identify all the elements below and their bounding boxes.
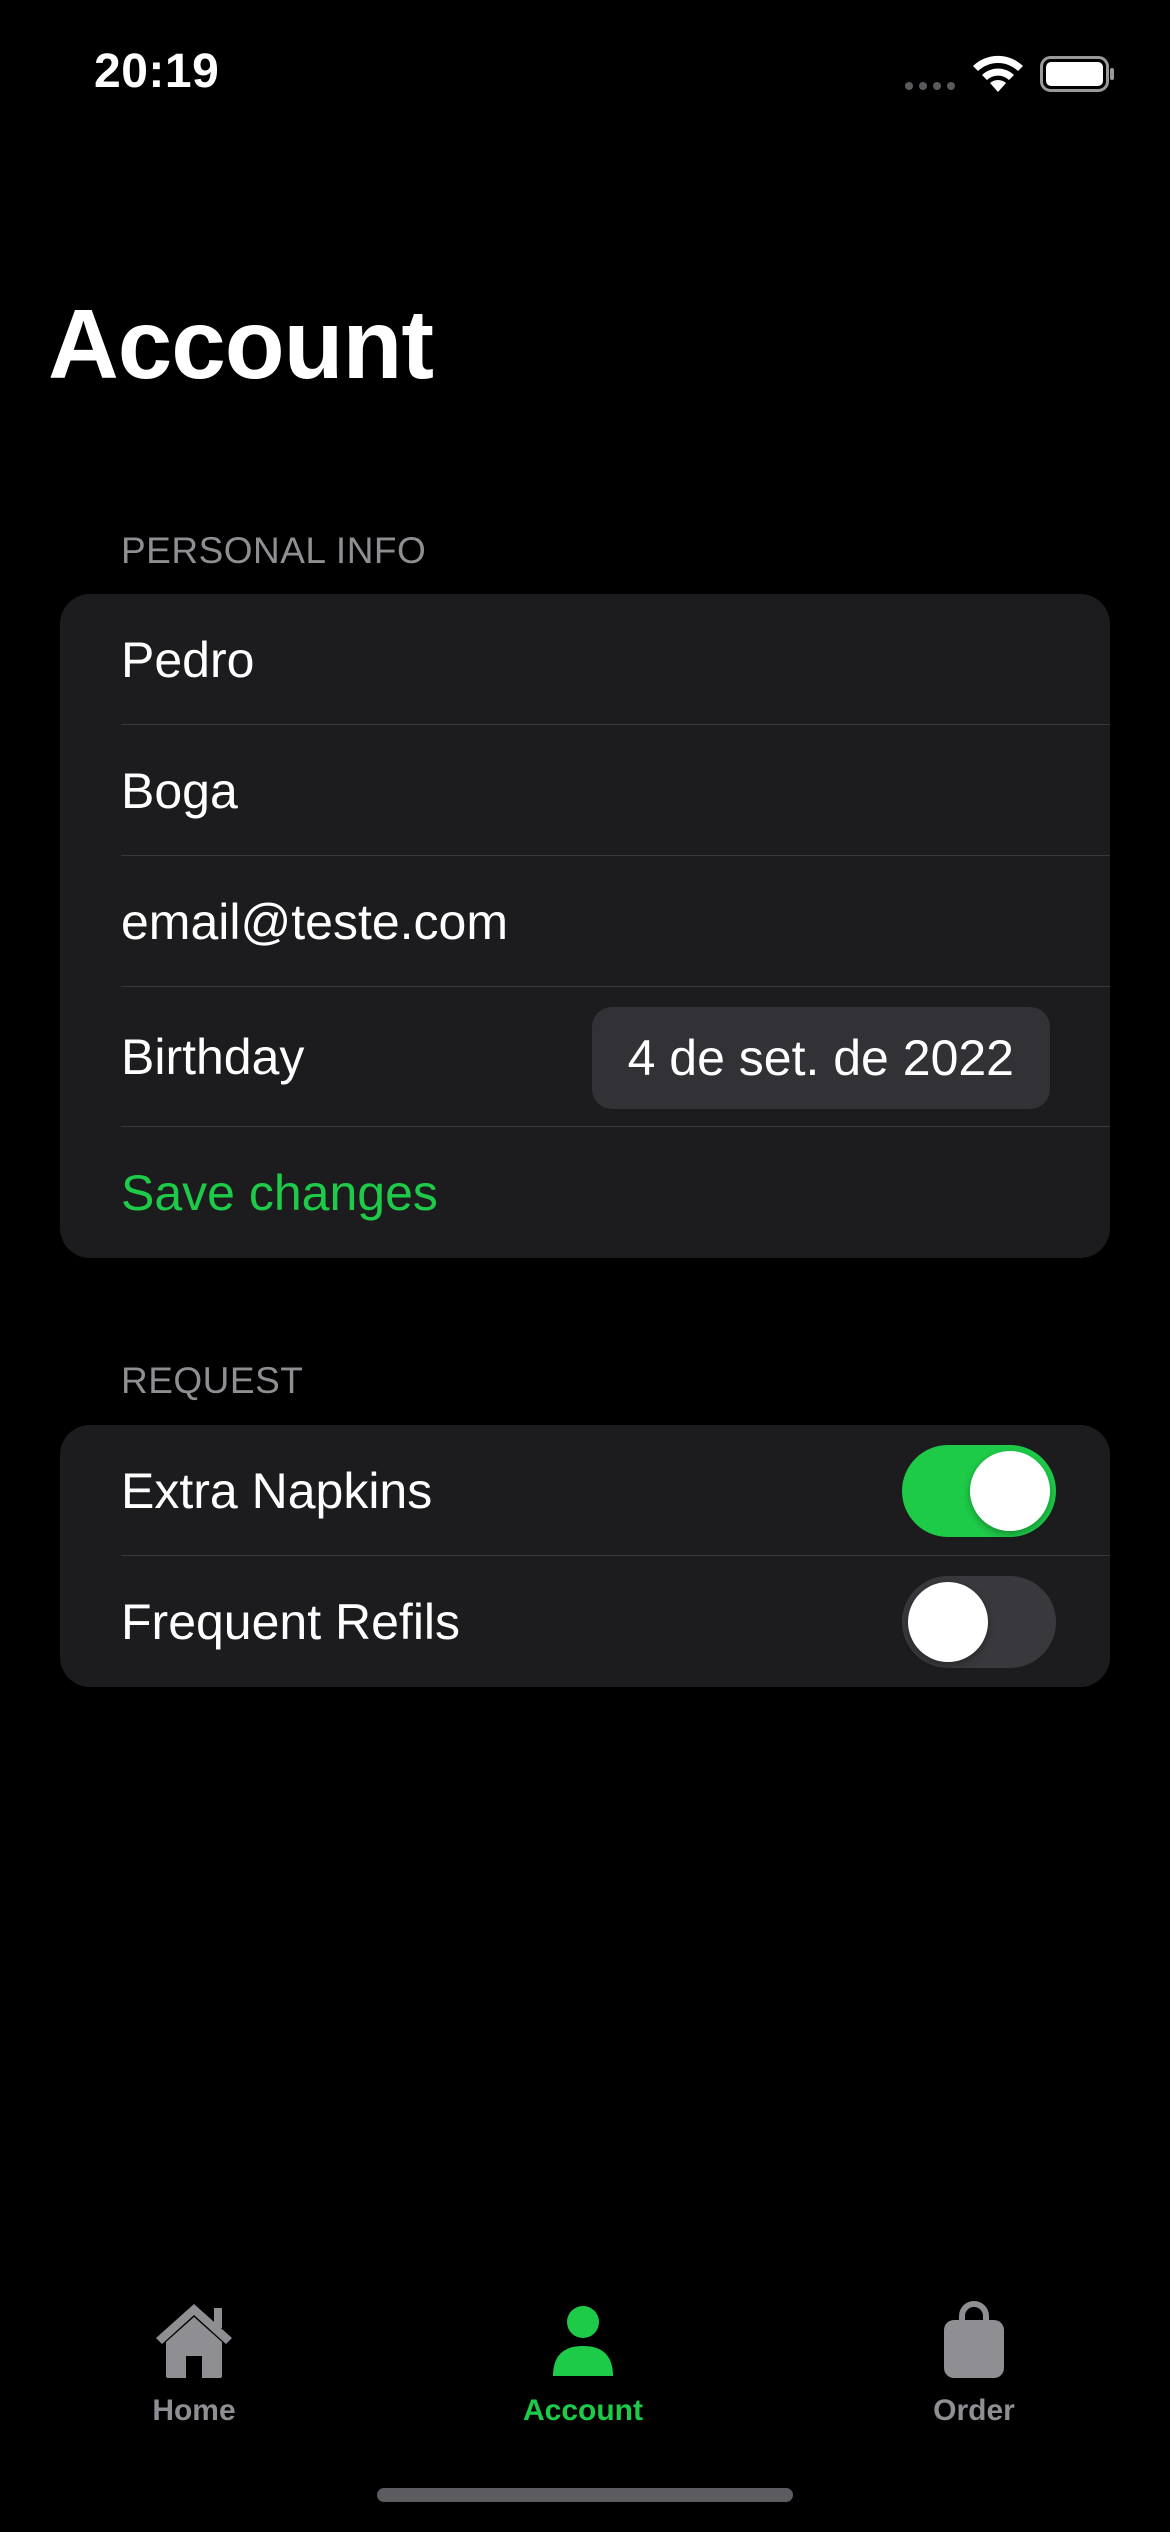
status-bar: 20:19 [0, 0, 1170, 150]
person-icon [553, 2306, 613, 2376]
email-field[interactable]: email@teste.com [60, 856, 1110, 987]
home-indicator[interactable] [377, 2488, 793, 2502]
birthday-date-picker[interactable]: 4 de set. de 2022 [591, 1007, 1050, 1109]
request-group: Extra Napkins Frequent Refils [60, 1425, 1110, 1687]
birthday-label: Birthday [121, 1029, 305, 1085]
section-header-request: REQUEST [121, 1360, 304, 1401]
extra-napkins-label: Extra Napkins [121, 1462, 433, 1519]
frequent-refils-toggle[interactable] [902, 1576, 1056, 1668]
frequent-refils-label: Frequent Refils [121, 1593, 461, 1650]
first-name-value: Pedro [121, 631, 255, 688]
personal-info-group: Pedro Boga email@teste.com Birthday 4 de… [60, 594, 1110, 1258]
save-changes-label: Save changes [121, 1164, 438, 1221]
tab-account[interactable]: Account [483, 2300, 683, 2428]
extra-napkins-toggle[interactable] [902, 1445, 1056, 1537]
email-value: email@teste.com [121, 893, 508, 950]
extra-napkins-row: Extra Napkins [60, 1425, 1110, 1556]
tab-account-label: Account [523, 2394, 643, 2427]
toggle-knob [908, 1582, 988, 1662]
toggle-knob [970, 1451, 1050, 1531]
tab-order-label: Order [933, 2394, 1015, 2427]
last-name-value: Boga [121, 762, 238, 819]
status-time: 20:19 [94, 45, 220, 98]
tab-order[interactable]: Order [874, 2300, 1074, 2428]
house-icon [156, 2304, 232, 2378]
last-name-field[interactable]: Boga [60, 725, 1110, 856]
wifi-icon [973, 55, 1023, 92]
section-header-personal-info: PERSONAL INFO [121, 530, 427, 571]
tab-home[interactable]: Home [94, 2300, 294, 2428]
first-name-field[interactable]: Pedro [60, 594, 1110, 725]
page-title: Account [48, 289, 434, 399]
birthday-row: Birthday 4 de set. de 2022 [60, 987, 1110, 1127]
save-changes-button[interactable]: Save changes [60, 1127, 1110, 1258]
cellular-dots-icon [905, 82, 955, 90]
bag-icon [944, 2301, 1004, 2378]
battery-icon [1040, 56, 1114, 92]
frequent-refils-row: Frequent Refils [60, 1556, 1110, 1687]
tab-home-label: Home [152, 2394, 236, 2427]
